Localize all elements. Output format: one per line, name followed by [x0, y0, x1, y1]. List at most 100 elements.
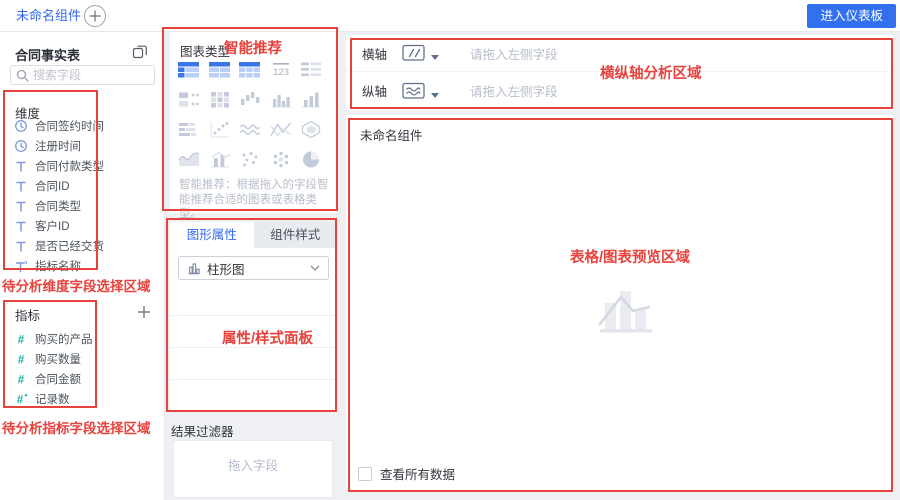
scatter-mini-icon[interactable]	[208, 120, 232, 139]
view-all-data-checkbox[interactable]: 查看所有数据	[358, 464, 455, 483]
dataset-name[interactable]: 合同事实表	[15, 45, 80, 64]
chart-type-dropdown[interactable]: 柱形图	[178, 256, 329, 280]
flip-card-icon[interactable]	[299, 60, 323, 79]
y-axis-type-selector[interactable]	[402, 82, 439, 100]
kpi-board-icon[interactable]: 123	[269, 60, 293, 79]
text-icon	[14, 239, 28, 253]
text-icon	[14, 179, 28, 193]
text-icon	[14, 199, 28, 213]
bar-line-icon[interactable]	[208, 150, 232, 169]
chart-editor-app: 未命名组件 进入仪表板 合同事实表 维度 合同签约时间 注册时间	[0, 0, 900, 500]
svg-text:#: #	[18, 355, 25, 367]
measure-field-item[interactable]: # 购买数量	[0, 349, 165, 369]
dimension-field-item[interactable]: 是否已经交货	[0, 236, 165, 256]
result-filter-title: 结果过滤器	[171, 425, 234, 439]
chart-type-title: 图表类型	[180, 45, 231, 59]
bar-chart-icon	[188, 263, 200, 275]
props-tabs: 图形属性 组件样式	[170, 222, 337, 248]
bubble-icon[interactable]	[269, 150, 293, 169]
radar-icon[interactable]	[299, 120, 323, 139]
text-icon	[14, 159, 28, 173]
pivot-table-icon[interactable]	[208, 60, 232, 79]
tab-graph-properties[interactable]: 图形属性	[170, 222, 254, 248]
dropzone-placeholder: 拖入字段	[227, 459, 278, 473]
measure-field-item[interactable]: # 购买的产品	[0, 329, 165, 349]
dimension-field-item[interactable]: 注册时间	[0, 136, 165, 156]
chart-placeholder-icon	[594, 278, 658, 341]
dimension-field-item[interactable]: 客户ID	[0, 216, 165, 236]
prop-row[interactable]	[170, 316, 337, 348]
add-component-button[interactable]	[84, 5, 106, 27]
dimension-field-item[interactable]: 合同类型	[0, 196, 165, 216]
y-axis-row[interactable]: 纵轴 请拖入左侧字段	[346, 72, 893, 109]
y-axis-label: 纵轴	[362, 85, 388, 99]
add-measure-icon[interactable]	[137, 305, 151, 319]
plus-icon	[89, 10, 101, 22]
component-tab[interactable]: 未命名组件	[16, 0, 81, 31]
text-calc-icon	[14, 259, 28, 273]
dimension-field-item[interactable]: 指标名称	[0, 256, 165, 276]
view-all-data-label: 查看所有数据	[380, 468, 456, 482]
multi-line-icon[interactable]	[238, 120, 262, 139]
measures-title: 指标	[15, 309, 41, 323]
preview-panel: 未命名组件 查看所有数据	[346, 115, 893, 492]
result-filter-dropzone[interactable]: 拖入字段	[173, 440, 333, 498]
clock-icon	[14, 119, 28, 133]
hash-calc-icon: #	[14, 392, 28, 406]
prop-row[interactable]	[170, 380, 337, 412]
waterfall-icon[interactable]	[238, 90, 262, 109]
column-icon[interactable]	[299, 90, 323, 109]
dimension-field-item[interactable]: 合同ID	[0, 176, 165, 196]
stacked-bar-icon[interactable]	[177, 120, 201, 139]
enter-dashboard-button[interactable]: 进入仪表板	[807, 4, 896, 28]
clock-icon	[14, 139, 28, 153]
chevron-down-icon	[310, 265, 320, 271]
kpi-tree-icon[interactable]	[177, 90, 201, 109]
smart-recommend-hint: 智能推荐：根据拖入的字段智能推荐合适的图表或表格类型。	[179, 179, 329, 220]
search-input[interactable]	[33, 68, 143, 82]
axes-panel: 横轴 请拖入左侧字段 纵轴 请拖入左侧字段	[346, 35, 893, 110]
hash-icon: #	[14, 372, 28, 387]
detail-table-icon[interactable]	[238, 60, 262, 79]
x-axis-label: 横轴	[362, 47, 388, 62]
grouped-bar-icon[interactable]	[269, 90, 293, 109]
combo-line-icon[interactable]	[269, 120, 293, 139]
y-axis-placeholder: 请拖入左侧字段	[470, 85, 558, 99]
measure-field-item[interactable]: # 合同金额	[0, 369, 165, 389]
x-axis-placeholder: 请拖入左侧字段	[470, 47, 558, 62]
measures-header: 指标	[15, 305, 165, 325]
measure-list: # 购买的产品 # 购买数量 # 合同金额 # 记录数	[0, 329, 165, 409]
caret-down-icon	[431, 92, 439, 98]
prop-row[interactable]	[170, 348, 337, 380]
caret-down-icon	[431, 55, 439, 60]
area-icon[interactable]	[177, 150, 201, 169]
tab-component-style[interactable]: 组件样式	[253, 222, 337, 248]
value-axis-icon	[402, 82, 425, 99]
prop-row[interactable]	[170, 284, 337, 316]
switch-dataset-icon[interactable]	[132, 43, 148, 59]
field-sidebar: 合同事实表 维度 合同签约时间 注册时间 合同付款类型	[0, 32, 165, 500]
svg-text:123: 123	[273, 67, 289, 78]
scatter-icon[interactable]	[238, 150, 262, 169]
cross-table-icon[interactable]	[177, 60, 201, 79]
checkbox-unchecked-icon[interactable]	[358, 466, 372, 481]
svg-text:#: #	[18, 375, 25, 387]
text-icon	[14, 219, 28, 233]
field-search[interactable]	[10, 65, 155, 85]
dimension-list: 合同签约时间 注册时间 合同付款类型 合同ID 合同类型 客户ID 是否已经交货…	[0, 116, 165, 276]
pie-icon[interactable]	[299, 150, 323, 169]
chart-type-selected: 柱形图	[207, 262, 245, 277]
color-block-icon[interactable]	[208, 90, 232, 109]
chart-type-panel: 图表类型 123 智能推荐：根据拖入的字段智能推荐合适的图表或表格类型。	[170, 32, 337, 220]
dimension-field-item[interactable]: 合同签约时间	[0, 116, 165, 136]
search-icon	[16, 69, 29, 82]
dimension-field-item[interactable]: 合同付款类型	[0, 156, 165, 176]
svg-text:#: #	[17, 395, 24, 407]
category-axis-icon	[402, 44, 425, 61]
x-axis-row[interactable]: 横轴 请拖入左侧字段	[346, 35, 893, 72]
topbar: 未命名组件 进入仪表板	[0, 0, 900, 32]
x-axis-type-selector[interactable]	[402, 44, 439, 62]
measure-field-item[interactable]: # 记录数	[0, 389, 165, 409]
preview-title: 未命名组件	[360, 129, 423, 143]
props-panel: 柱形图	[170, 248, 337, 412]
